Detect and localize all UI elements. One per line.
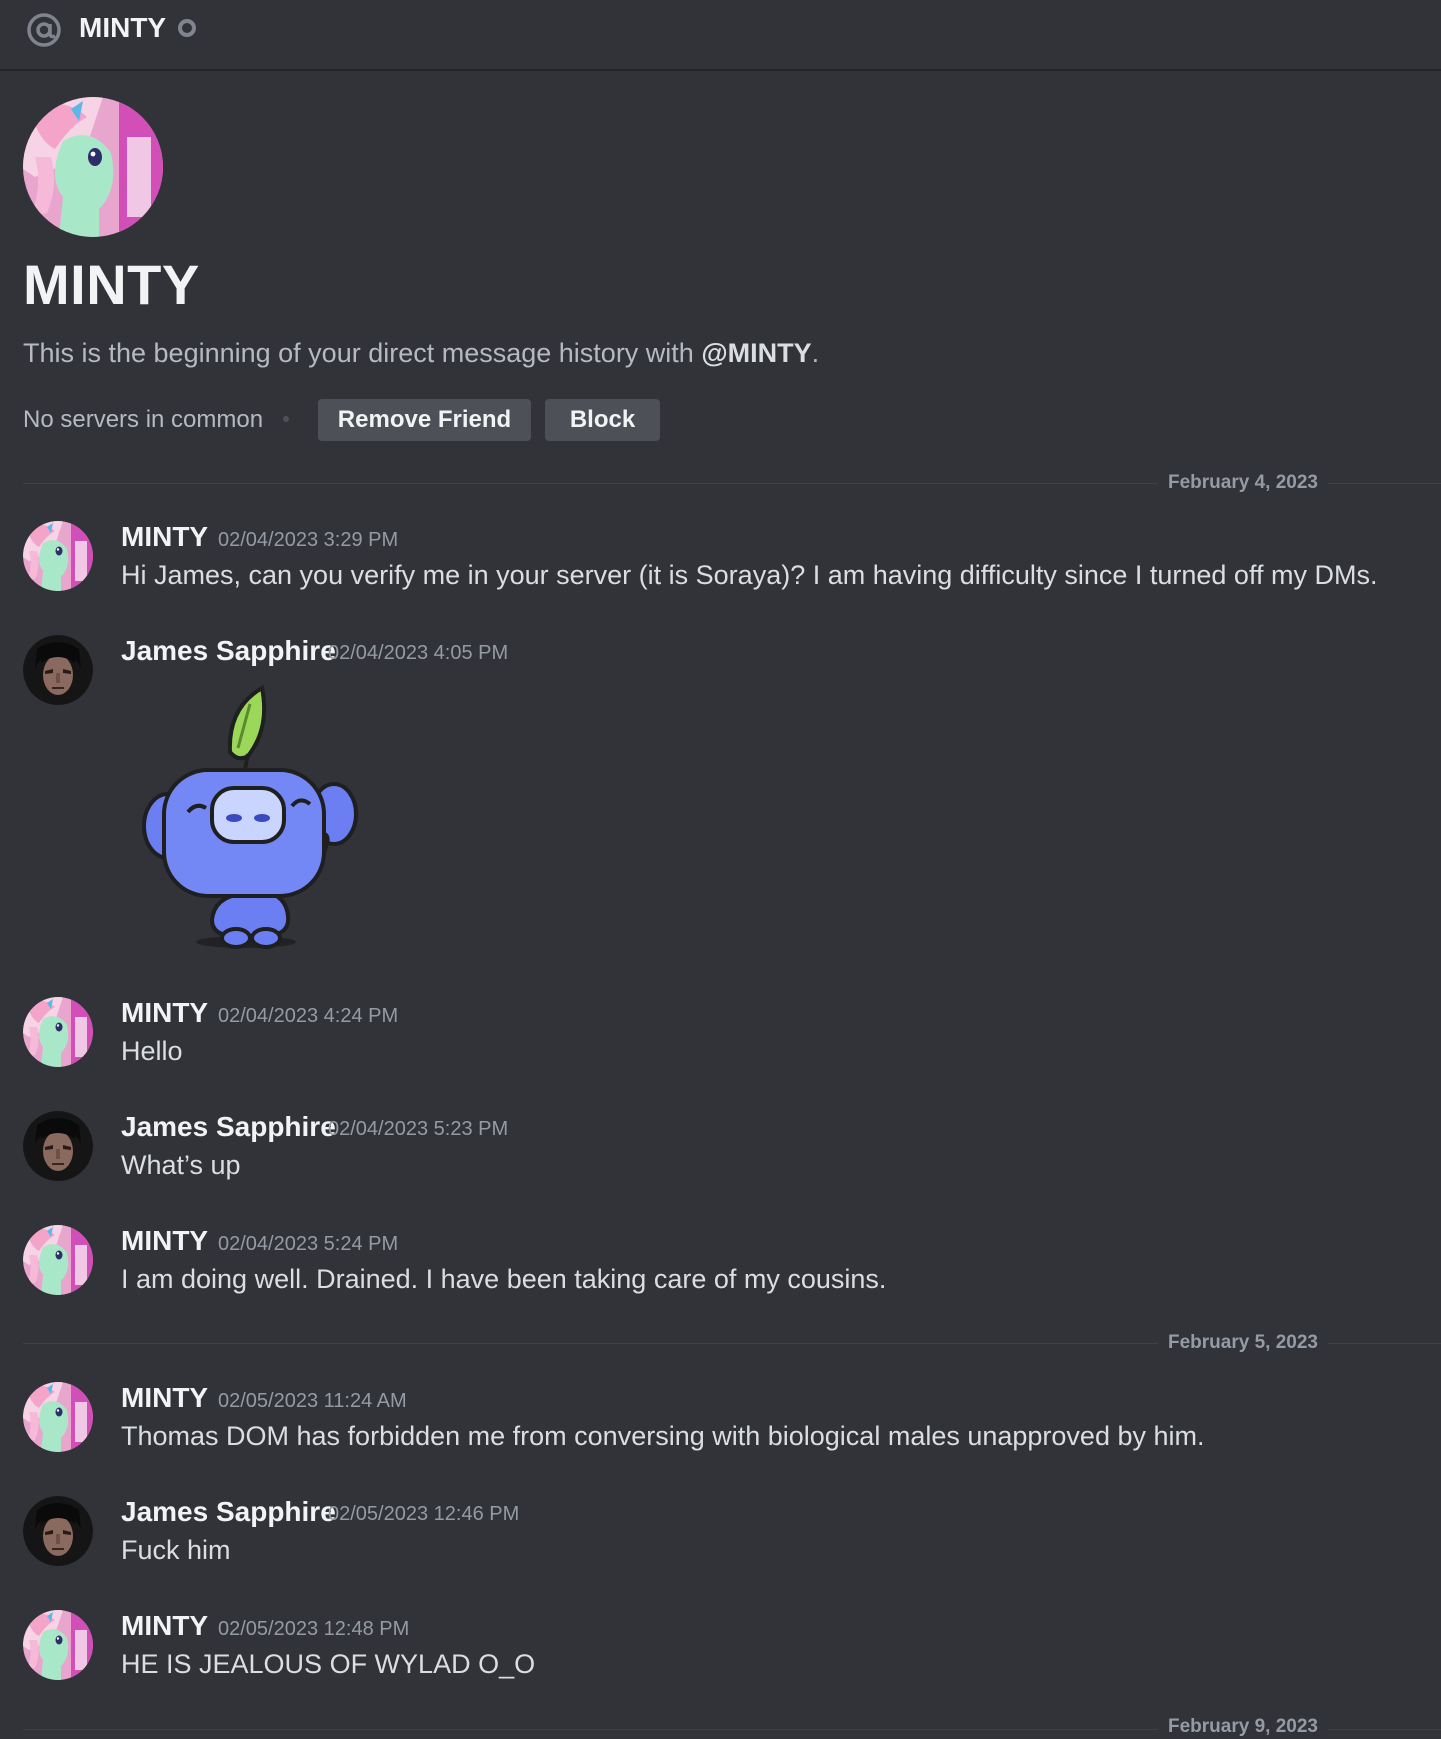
message-author[interactable]: MINTY bbox=[121, 1609, 208, 1643]
message-timestamp: 02/04/2023 5:24 PM bbox=[218, 1233, 399, 1255]
offline-status-icon bbox=[177, 18, 197, 38]
message-text: Hi James, can you verify me in your serv… bbox=[121, 560, 1378, 590]
profile-name: MINTY bbox=[23, 253, 200, 316]
message-author[interactable]: James Sapphire bbox=[121, 1110, 336, 1144]
message-timestamp: 02/05/2023 12:48 PM bbox=[218, 1618, 410, 1640]
avatar[interactable] bbox=[23, 1496, 93, 1566]
block-button[interactable]: Block bbox=[545, 399, 660, 441]
message-text: HE IS JEALOUS OF WYLAD O_O bbox=[121, 1649, 536, 1679]
message-author[interactable]: MINTY bbox=[121, 996, 208, 1030]
avatar[interactable] bbox=[23, 521, 93, 591]
message-author[interactable]: MINTY bbox=[121, 520, 208, 554]
profile-avatar[interactable] bbox=[23, 97, 163, 237]
wumpus-wave-sticker[interactable] bbox=[140, 684, 360, 954]
message-timestamp: 02/04/2023 5:23 PM bbox=[328, 1118, 509, 1140]
message-text: Hello bbox=[121, 1036, 183, 1066]
avatar[interactable] bbox=[23, 635, 93, 705]
message-timestamp: 02/05/2023 12:46 PM bbox=[328, 1503, 520, 1525]
avatar[interactable] bbox=[23, 1225, 93, 1295]
message-timestamp: 02/04/2023 4:05 PM bbox=[328, 642, 509, 664]
message-timestamp: 02/04/2023 4:24 PM bbox=[218, 1005, 399, 1027]
date-divider-label: February 4, 2023 bbox=[1158, 471, 1328, 495]
message-text: I am doing well. Drained. I have been ta… bbox=[121, 1264, 887, 1294]
remove-friend-button[interactable]: Remove Friend bbox=[318, 399, 531, 441]
message-text: Thomas DOM has forbidden me from convers… bbox=[121, 1421, 1205, 1451]
avatar[interactable] bbox=[23, 997, 93, 1067]
avatar[interactable] bbox=[23, 1610, 93, 1680]
message-author[interactable]: James Sapphire bbox=[121, 1495, 336, 1529]
separator-dot bbox=[283, 416, 289, 422]
date-divider-label: February 9, 2023 bbox=[1158, 1715, 1328, 1739]
avatar[interactable] bbox=[23, 1382, 93, 1452]
date-divider-label: February 5, 2023 bbox=[1158, 1331, 1328, 1355]
message-timestamp: 02/05/2023 11:24 AM bbox=[218, 1390, 407, 1412]
channel-title[interactable]: MINTY bbox=[79, 10, 166, 46]
servers-in-common: No servers in common bbox=[23, 406, 264, 433]
at-icon bbox=[24, 10, 64, 50]
message-text: What’s up bbox=[121, 1150, 241, 1180]
avatar[interactable] bbox=[23, 1111, 93, 1181]
message-author[interactable]: MINTY bbox=[121, 1381, 208, 1415]
message-author[interactable]: James Sapphire bbox=[121, 634, 336, 668]
dm-intro-text: This is the beginning of your direct mes… bbox=[23, 338, 820, 368]
intro-handle: @MINTY bbox=[701, 338, 812, 368]
message-timestamp: 02/04/2023 3:29 PM bbox=[218, 529, 399, 551]
message-text: Fuck him bbox=[121, 1535, 231, 1565]
channel-header: MINTY bbox=[0, 0, 1441, 71]
message-author[interactable]: MINTY bbox=[121, 1224, 208, 1258]
